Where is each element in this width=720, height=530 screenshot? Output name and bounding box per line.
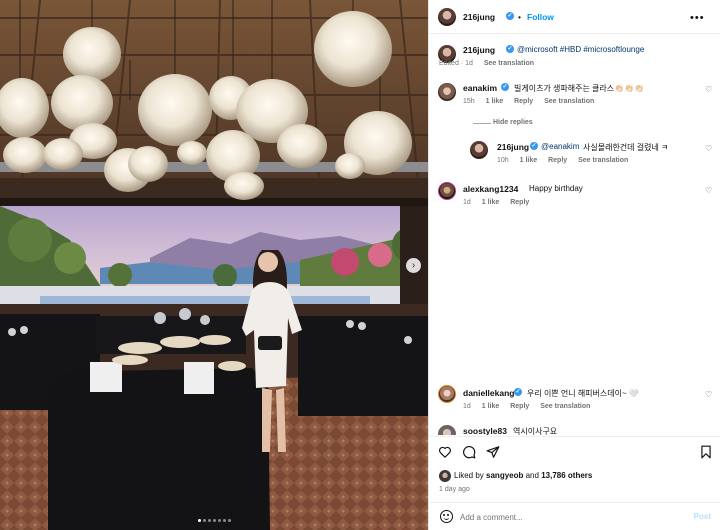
- verified-badge-icon: ✓: [514, 388, 522, 396]
- comment-time: 1d: [463, 403, 471, 410]
- comment-mention[interactable]: @eanakim: [541, 142, 579, 151]
- comment-text: 우리 이쁜 언니 해피버스데이~ 🤍: [527, 389, 639, 398]
- add-comment-bar: Post: [429, 502, 720, 530]
- hide-replies-button[interactable]: Hide replies: [493, 119, 533, 126]
- comment-like-icon[interactable]: ♡: [705, 390, 712, 399]
- emoji-icon[interactable]: [440, 510, 453, 523]
- add-comment-input[interactable]: [460, 510, 680, 524]
- see-translation-link[interactable]: See translation: [540, 403, 590, 410]
- carousel-dots: [0, 518, 428, 522]
- post-side-panel: 216jung ✓ • Follow ••• 216jung ✓ @micros…: [428, 0, 720, 530]
- more-options-icon[interactable]: •••: [690, 13, 705, 24]
- caption-edited-time: Edited · 1d: [439, 60, 473, 67]
- post-actions: Liked by sangyeob and 13,786 others 1 da…: [429, 436, 720, 496]
- comment-like-icon[interactable]: ♡: [705, 144, 712, 153]
- reply-button[interactable]: Reply: [510, 199, 529, 206]
- post-header: 216jung ✓ • Follow •••: [429, 0, 720, 34]
- post-comment-button[interactable]: Post: [694, 512, 711, 521]
- comment-likes[interactable]: 1 like: [520, 157, 538, 164]
- reply-button[interactable]: Reply: [514, 98, 533, 105]
- comment-meta: 15h 1 like Reply See translation: [463, 98, 603, 105]
- carousel-dot[interactable]: [217, 519, 221, 522]
- comment-likes[interactable]: 1 like: [486, 98, 504, 105]
- likes-user[interactable]: sangyeob: [486, 471, 523, 480]
- comment-username[interactable]: 216jung: [497, 142, 529, 152]
- chevron-right-icon: ›: [411, 260, 416, 271]
- replies-divider: [473, 123, 491, 124]
- comment-username[interactable]: daniellekang: [463, 388, 515, 398]
- comments-list[interactable]: 216jung ✓ @microsoft #HBD #microsoftloun…: [429, 35, 720, 435]
- comment-text: 역시이사구요: [513, 427, 558, 435]
- comment-likes[interactable]: 1 like: [482, 199, 500, 206]
- comment-text: Happy birthday: [529, 184, 583, 193]
- comment-like-icon[interactable]: ♡: [705, 85, 712, 94]
- carousel-dot[interactable]: [212, 519, 216, 522]
- bookmark-icon[interactable]: [699, 445, 713, 459]
- carousel-dot[interactable]: [227, 519, 231, 522]
- carousel-dot[interactable]: [197, 519, 201, 522]
- avatar[interactable]: [438, 182, 456, 200]
- comment-time: 15h: [463, 98, 475, 105]
- see-translation-link[interactable]: See translation: [578, 157, 628, 164]
- post-time: 1 day ago: [439, 486, 470, 493]
- follow-button[interactable]: Follow: [527, 12, 554, 22]
- verified-badge-icon: ✓: [506, 12, 514, 20]
- likes-and: and: [525, 471, 539, 480]
- comment-username[interactable]: alexkang1234: [463, 184, 518, 194]
- verified-badge-icon: ✓: [501, 83, 509, 91]
- verified-badge-icon: ✓: [506, 45, 514, 53]
- comment-time: 1d: [463, 199, 471, 206]
- comment-likes[interactable]: 1 like: [482, 403, 500, 410]
- comment-meta: 1d 1 like Reply: [463, 199, 538, 206]
- comment-meta: 1d 1 like Reply See translation: [463, 403, 599, 410]
- avatar[interactable]: [439, 470, 451, 482]
- caption-username[interactable]: 216jung: [463, 45, 495, 55]
- avatar[interactable]: [438, 8, 456, 26]
- avatar[interactable]: [438, 385, 456, 403]
- carousel-dot[interactable]: [222, 519, 226, 522]
- comment-time: 10h: [497, 157, 509, 164]
- next-slide-button[interactable]: ›: [406, 258, 421, 273]
- share-icon[interactable]: [486, 445, 500, 459]
- see-translation-link[interactable]: See translation: [544, 98, 594, 105]
- likes-summary: Liked by sangyeob and 13,786 others: [454, 471, 592, 480]
- comment-meta: 10h 1 like Reply See translation: [497, 157, 637, 164]
- avatar[interactable]: [438, 83, 456, 101]
- comment-text: 빌게이츠가 생파해주는 클라스👏🏻👏🏻👏🏻: [514, 84, 645, 93]
- carousel-dot[interactable]: [207, 519, 211, 522]
- comment-username[interactable]: soostyle83: [463, 426, 507, 435]
- comment-text: 사실몰래한건데 걸렸네 ㅋ: [583, 143, 669, 152]
- heart-icon[interactable]: [438, 445, 452, 459]
- caption-text[interactable]: @microsoft #HBD #microsoftlounge: [517, 45, 644, 54]
- avatar[interactable]: [470, 141, 488, 159]
- likes-others[interactable]: 13,786 others: [541, 471, 592, 480]
- reply-button[interactable]: Reply: [510, 403, 529, 410]
- comment-like-icon[interactable]: ♡: [705, 186, 712, 195]
- header-separator: •: [518, 12, 521, 22]
- photo-illustration: [0, 0, 428, 530]
- post-photo[interactable]: ›: [0, 0, 428, 530]
- comment-username[interactable]: eanakim: [463, 83, 497, 93]
- instagram-post: › 216jung ✓ • Follow ••• 216jung ✓ @micr…: [0, 0, 720, 530]
- reply-button[interactable]: Reply: [548, 157, 567, 164]
- likes-prefix: Liked by: [454, 471, 484, 480]
- comment-icon[interactable]: [462, 445, 476, 459]
- see-translation-link[interactable]: See translation: [484, 60, 534, 67]
- carousel-dot[interactable]: [202, 519, 206, 522]
- post-author-username[interactable]: 216jung: [463, 12, 495, 22]
- caption-meta: Edited · 1d See translation: [439, 60, 543, 67]
- avatar[interactable]: [438, 425, 456, 435]
- verified-badge-icon: ✓: [530, 142, 538, 150]
